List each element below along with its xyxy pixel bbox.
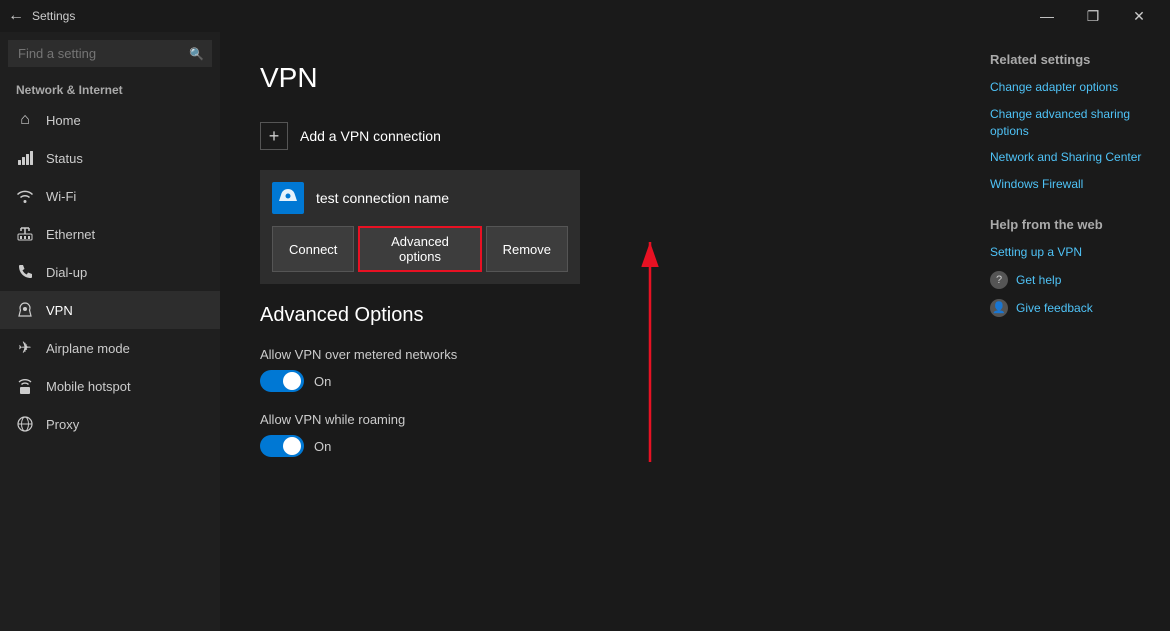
toggle-metered-row: Allow VPN over metered networks On xyxy=(260,347,930,392)
add-vpn-plus-icon: + xyxy=(260,122,288,150)
sidebar-item-ethernet[interactable]: Ethernet xyxy=(0,215,220,253)
remove-button[interactable]: Remove xyxy=(486,226,568,272)
sidebar-item-label: Proxy xyxy=(46,417,79,432)
sidebar-item-label: Mobile hotspot xyxy=(46,379,131,394)
sidebar-item-label: Ethernet xyxy=(46,227,95,242)
advanced-options-button[interactable]: Advanced options xyxy=(358,226,481,272)
sidebar: 🔍 Network & Internet ⌂ Home Status xyxy=(0,32,220,631)
toggle-roaming[interactable] xyxy=(260,435,304,457)
app-body: 🔍 Network & Internet ⌂ Home Status xyxy=(0,32,1170,631)
vpn-card: test connection name Connect Advanced op… xyxy=(260,170,580,284)
vpn-card-buttons: Connect Advanced options Remove xyxy=(272,226,568,272)
toggle-metered-label: Allow VPN over metered networks xyxy=(260,347,930,362)
titlebar-left: ← Settings xyxy=(8,7,75,25)
change-sharing-link[interactable]: Change advanced sharing options xyxy=(990,106,1150,140)
sidebar-item-label: VPN xyxy=(46,303,73,318)
airplane-icon: ✈ xyxy=(16,339,34,357)
sidebar-item-dialup[interactable]: Dial-up xyxy=(0,253,220,291)
related-settings-title: Related settings xyxy=(990,52,1150,67)
right-panel: Related settings Change adapter options … xyxy=(970,32,1170,631)
close-button[interactable]: ✕ xyxy=(1116,0,1162,32)
toggle-metered-state: On xyxy=(314,374,331,389)
sidebar-item-wifi[interactable]: Wi-Fi xyxy=(0,177,220,215)
sidebar-item-home[interactable]: ⌂ Home xyxy=(0,101,220,139)
vpn-connection-icon xyxy=(272,182,304,214)
toggle-roaming-row: Allow VPN while roaming On xyxy=(260,412,930,457)
app-title: Settings xyxy=(32,9,75,23)
minimize-button[interactable]: — xyxy=(1024,0,1070,32)
get-help-icon: ? xyxy=(990,271,1008,289)
get-help-label: Get help xyxy=(1016,273,1061,287)
search-icon: 🔍 xyxy=(189,47,204,61)
vpn-card-header: test connection name xyxy=(272,182,568,214)
sidebar-item-label: Dial-up xyxy=(46,265,87,280)
toggle-metered-wrapper: On xyxy=(260,370,930,392)
setting-up-vpn-link[interactable]: Setting up a VPN xyxy=(990,244,1150,261)
vpn-icon xyxy=(16,301,34,319)
proxy-icon xyxy=(16,415,34,433)
home-icon: ⌂ xyxy=(16,111,34,129)
sidebar-item-vpn[interactable]: VPN xyxy=(0,291,220,329)
status-icon xyxy=(16,149,34,167)
titlebar-controls: — ❐ ✕ xyxy=(1024,0,1162,32)
get-help-item[interactable]: ? Get help xyxy=(990,271,1150,289)
connect-button[interactable]: Connect xyxy=(272,226,354,272)
toggle-roaming-wrapper: On xyxy=(260,435,930,457)
help-title: Help from the web xyxy=(990,217,1150,232)
search-box[interactable]: 🔍 xyxy=(8,40,212,67)
sidebar-item-label: Home xyxy=(46,113,81,128)
sidebar-item-label: Airplane mode xyxy=(46,341,130,356)
give-feedback-label: Give feedback xyxy=(1016,301,1093,315)
hotspot-icon xyxy=(16,377,34,395)
sidebar-section-label: Network & Internet xyxy=(0,75,220,101)
toggle-roaming-state: On xyxy=(314,439,331,454)
give-feedback-item[interactable]: 👤 Give feedback xyxy=(990,299,1150,317)
toggle-metered[interactable] xyxy=(260,370,304,392)
add-vpn-label: Add a VPN connection xyxy=(300,128,441,144)
toggle-roaming-label: Allow VPN while roaming xyxy=(260,412,930,427)
ethernet-icon xyxy=(16,225,34,243)
sidebar-item-status[interactable]: Status xyxy=(0,139,220,177)
change-adapter-link[interactable]: Change adapter options xyxy=(990,79,1150,96)
titlebar: ← Settings — ❐ ✕ xyxy=(0,0,1170,32)
dialup-icon xyxy=(16,263,34,281)
sharing-center-link[interactable]: Network and Sharing Center xyxy=(990,149,1150,166)
back-icon[interactable]: ← xyxy=(8,7,24,25)
search-input[interactable] xyxy=(8,40,212,67)
page-title: VPN xyxy=(260,62,930,94)
wifi-icon xyxy=(16,187,34,205)
vpn-connection-name: test connection name xyxy=(316,190,449,206)
sidebar-item-label: Status xyxy=(46,151,83,166)
advanced-options-title: Advanced Options xyxy=(260,304,930,327)
sidebar-item-proxy[interactable]: Proxy xyxy=(0,405,220,443)
main-panel: VPN + Add a VPN connection test connecti… xyxy=(220,32,970,631)
maximize-button[interactable]: ❐ xyxy=(1070,0,1116,32)
sidebar-item-airplane[interactable]: ✈ Airplane mode xyxy=(0,329,220,367)
main-content-wrapper: VPN + Add a VPN connection test connecti… xyxy=(220,32,1170,631)
give-feedback-icon: 👤 xyxy=(990,299,1008,317)
firewall-link[interactable]: Windows Firewall xyxy=(990,176,1150,193)
add-vpn-button[interactable]: + Add a VPN connection xyxy=(260,118,441,154)
sidebar-item-label: Wi-Fi xyxy=(46,189,76,204)
sidebar-item-hotspot[interactable]: Mobile hotspot xyxy=(0,367,220,405)
